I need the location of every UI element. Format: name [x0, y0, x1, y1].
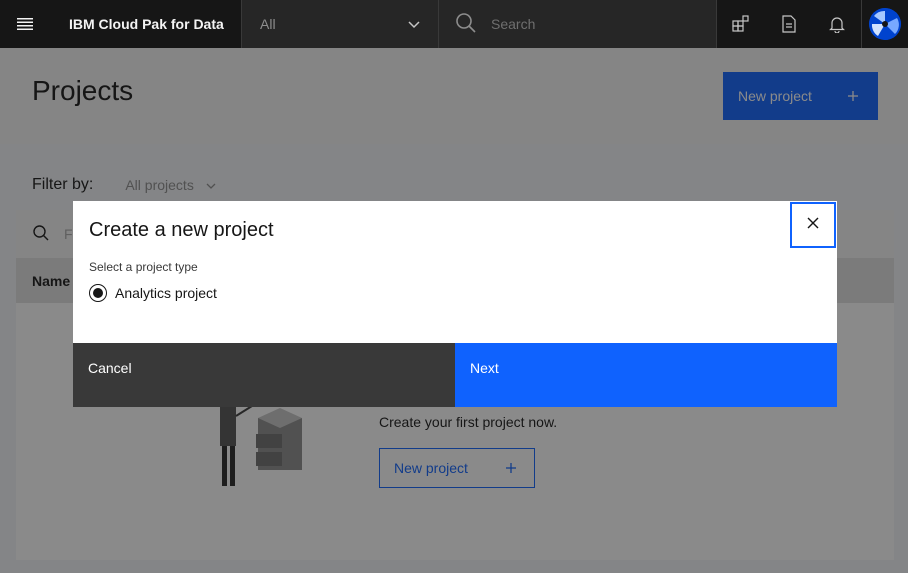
catalog-icon[interactable] — [717, 0, 765, 48]
close-icon — [807, 216, 819, 234]
close-button[interactable] — [790, 202, 836, 248]
modal-title: Create a new project — [89, 219, 274, 241]
search-input[interactable]: Search — [491, 16, 535, 32]
search-icon — [455, 12, 477, 37]
chevron-down-icon — [408, 16, 420, 32]
global-search[interactable]: Search — [439, 0, 717, 48]
project-type-label: Select a project type — [89, 260, 198, 274]
menu-icon[interactable] — [1, 0, 49, 48]
create-project-modal: Create a new project Select a project ty… — [73, 201, 837, 407]
next-button[interactable]: Next — [455, 343, 837, 407]
radio-button[interactable] — [89, 284, 107, 302]
scope-value: All — [260, 16, 276, 32]
notification-bell-icon[interactable] — [813, 0, 861, 48]
document-icon[interactable] — [765, 0, 813, 48]
user-menu[interactable] — [861, 0, 907, 48]
scope-dropdown[interactable]: All — [241, 0, 439, 48]
analytics-project-label: Analytics project — [115, 285, 217, 301]
radio-selected-dot — [93, 288, 103, 298]
top-header: IBM Cloud Pak for Data All Search — [0, 0, 908, 48]
cancel-button[interactable]: Cancel — [73, 343, 455, 407]
analytics-project-option[interactable]: Analytics project — [89, 284, 217, 302]
avatar — [868, 8, 901, 40]
brand-name[interactable]: IBM Cloud Pak for Data — [49, 0, 241, 48]
